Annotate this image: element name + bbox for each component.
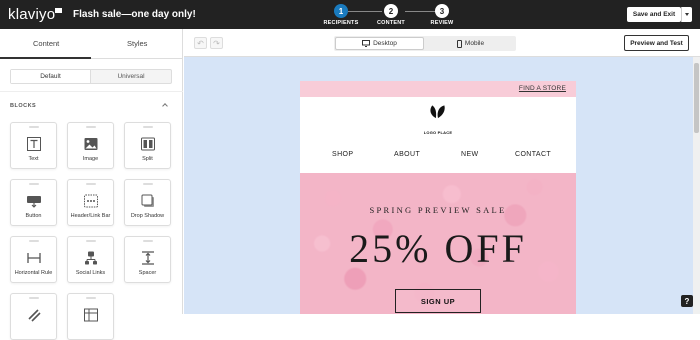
step-connector bbox=[405, 11, 439, 12]
logo-leaf-icon[interactable] bbox=[421, 104, 455, 128]
step-recipients-circle[interactable]: 1 bbox=[334, 4, 348, 18]
canvas-toolbar: ↶ ↷ Desktop Mobile Preview and Test bbox=[184, 29, 700, 57]
chevron-up-icon bbox=[162, 103, 168, 109]
help-button[interactable]: ? bbox=[681, 295, 693, 307]
block-partial[interactable] bbox=[67, 293, 114, 340]
step-recipients-label[interactable]: RECIPIENTS bbox=[316, 20, 366, 26]
nav-about[interactable]: ABOUT bbox=[394, 151, 420, 158]
button-icon bbox=[27, 196, 41, 208]
text-icon bbox=[27, 137, 41, 151]
drag-handle-icon bbox=[86, 183, 96, 185]
desktop-icon bbox=[362, 40, 371, 47]
drag-handle-icon bbox=[29, 126, 39, 128]
scrollbar-thumb[interactable] bbox=[694, 63, 699, 133]
tab-content[interactable]: Content bbox=[33, 39, 59, 48]
device-desktop-label: Desktop bbox=[373, 40, 397, 47]
blocks-section-header[interactable]: BLOCKS bbox=[0, 91, 183, 113]
spacer-icon bbox=[142, 251, 154, 265]
step-review-circle[interactable]: 3 bbox=[435, 4, 449, 18]
step-connector bbox=[348, 11, 382, 12]
block-header-link-bar[interactable]: Header/Link Bar bbox=[67, 179, 114, 226]
campaign-title: Flash sale—one day only! bbox=[73, 9, 196, 20]
mobile-icon bbox=[456, 39, 462, 48]
tab-styles[interactable]: Styles bbox=[127, 39, 147, 48]
nav-new[interactable]: NEW bbox=[461, 151, 479, 158]
redo-button[interactable]: ↷ bbox=[210, 37, 223, 49]
drag-handle-icon bbox=[29, 240, 39, 242]
layers-icon bbox=[28, 309, 41, 322]
progress-steps: 1 RECIPIENTS 2 CONTENT 3 REVIEW bbox=[318, 4, 478, 28]
sidebar: Content Styles Default Universal BLOCKS … bbox=[0, 29, 183, 340]
block-label: Image bbox=[82, 156, 99, 162]
block-text[interactable]: Text bbox=[10, 122, 57, 169]
block-label: Split bbox=[142, 156, 153, 162]
block-split[interactable]: Split bbox=[124, 122, 171, 169]
preview-and-test-button[interactable]: Preview and Test bbox=[624, 35, 689, 51]
email-preheader-bar: FIND A STORE bbox=[300, 81, 576, 97]
block-image[interactable]: Image bbox=[67, 122, 114, 169]
active-tab-indicator bbox=[0, 57, 91, 59]
hero-image[interactable]: SPRING PREVIEW SALE 25% OFF SIGN UP bbox=[300, 173, 576, 314]
nav-contact[interactable]: CONTACT bbox=[515, 151, 551, 158]
undo-icon: ↶ bbox=[197, 38, 204, 48]
drop-shadow-icon bbox=[141, 194, 154, 207]
block-label: Button bbox=[25, 213, 42, 219]
device-mobile[interactable]: Mobile bbox=[426, 37, 515, 50]
drag-handle-icon bbox=[86, 297, 96, 299]
editor-canvas: ↶ ↷ Desktop Mobile Preview and Test FIND… bbox=[184, 29, 700, 314]
image-icon bbox=[84, 138, 98, 150]
block-label: Drop Shadow bbox=[130, 213, 165, 219]
horizontal-rule-icon bbox=[27, 253, 41, 263]
drag-handle-icon bbox=[143, 183, 153, 185]
brand-logo[interactable]: klaviyo bbox=[8, 6, 55, 23]
find-store-link[interactable]: FIND A STORE bbox=[519, 85, 566, 92]
brand-flag-icon bbox=[55, 8, 62, 13]
block-label: Social Links bbox=[75, 270, 106, 276]
undo-button[interactable]: ↶ bbox=[194, 37, 207, 49]
chevron-down-icon bbox=[685, 13, 689, 16]
hero-title: 25% OFF bbox=[349, 226, 527, 271]
save-options-dropdown[interactable] bbox=[681, 7, 692, 22]
social-links-icon bbox=[85, 251, 97, 265]
device-desktop[interactable]: Desktop bbox=[335, 37, 424, 50]
drag-handle-icon bbox=[143, 126, 153, 128]
drag-handle-icon bbox=[86, 126, 96, 128]
split-icon bbox=[141, 137, 155, 151]
table-icon bbox=[84, 308, 98, 322]
block-drop-shadow[interactable]: Drop Shadow bbox=[124, 179, 171, 226]
block-label: Text bbox=[28, 156, 39, 162]
block-label: Horizontal Rule bbox=[14, 270, 53, 276]
step-content-label[interactable]: CONTENT bbox=[366, 20, 416, 26]
step-content-circle[interactable]: 2 bbox=[384, 4, 398, 18]
segment-universal[interactable]: Universal bbox=[91, 70, 171, 83]
header-link-bar-icon bbox=[84, 194, 98, 208]
block-partial[interactable] bbox=[10, 293, 57, 340]
sidebar-tabs: Content Styles bbox=[0, 29, 183, 59]
block-social-links[interactable]: Social Links bbox=[67, 236, 114, 283]
block-set-toggle: Default Universal bbox=[10, 69, 172, 84]
segment-default[interactable]: Default bbox=[11, 70, 91, 83]
redo-icon: ↷ bbox=[213, 38, 220, 48]
block-spacer[interactable]: Spacer bbox=[124, 236, 171, 283]
sign-up-button[interactable]: SIGN UP bbox=[395, 289, 481, 313]
device-toggle: Desktop Mobile bbox=[334, 36, 516, 51]
block-label: Spacer bbox=[138, 270, 157, 276]
blocks-heading: BLOCKS bbox=[10, 103, 37, 109]
device-mobile-label: Mobile bbox=[464, 40, 485, 47]
logo-text: LOGO PLACE bbox=[423, 130, 453, 135]
block-label: Header/Link Bar bbox=[70, 213, 111, 219]
drag-handle-icon bbox=[29, 183, 39, 185]
hero-subtitle: SPRING PREVIEW SALE bbox=[369, 205, 507, 215]
block-horizontal-rule[interactable]: Horizontal Rule bbox=[10, 236, 57, 283]
top-bar: klaviyo Flash sale—one day only! 1 RECIP… bbox=[0, 0, 700, 29]
email-preview[interactable]: FIND A STORE LOGO PLACE SHOP ABOUT NEW C… bbox=[300, 81, 576, 314]
block-button[interactable]: Button bbox=[10, 179, 57, 226]
step-review-label[interactable]: REVIEW bbox=[417, 20, 467, 26]
save-and-exit-button[interactable]: Save and Exit bbox=[627, 7, 681, 22]
drag-handle-icon bbox=[143, 240, 153, 242]
drag-handle-icon bbox=[29, 297, 39, 299]
canvas-scrollbar[interactable] bbox=[693, 57, 700, 314]
nav-shop[interactable]: SHOP bbox=[332, 151, 353, 158]
drag-handle-icon bbox=[86, 240, 96, 242]
